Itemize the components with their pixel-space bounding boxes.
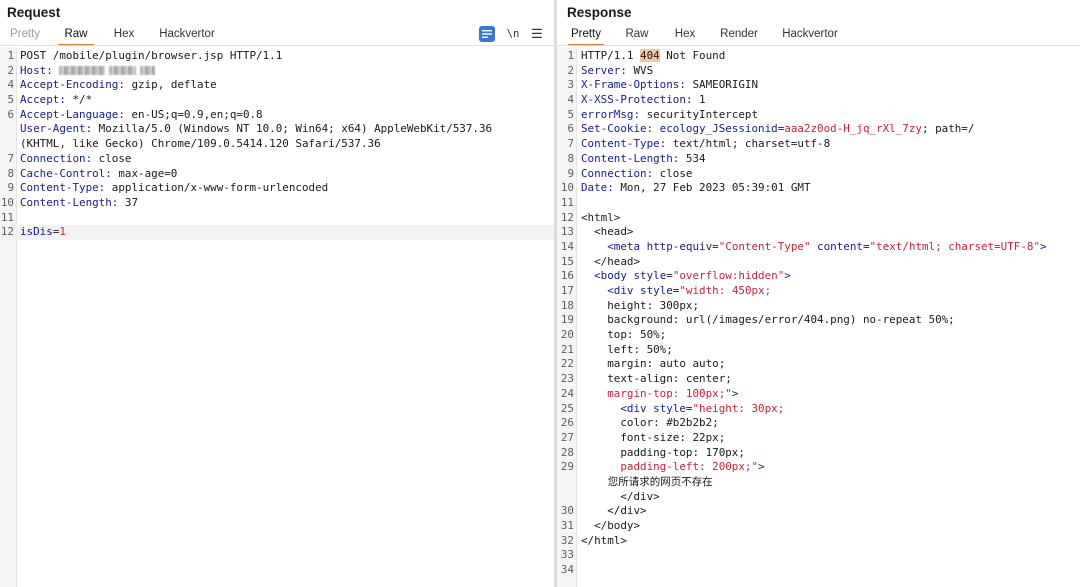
code-line: 2 Host: — [0, 64, 554, 79]
code-line: 31 </body> — [560, 519, 641, 532]
request-editor[interactable]: 1 POST /mobile/plugin/browser.jsp HTTP/1.… — [0, 47, 554, 587]
hamburger-menu-icon[interactable]: ☰ — [529, 26, 545, 42]
wrap-lines-icon[interactable] — [479, 26, 495, 42]
request-panel: Request Pretty Raw Hex Hackvertor \n ☰ 1… — [0, 0, 554, 587]
code-line: </div> — [581, 489, 660, 503]
code-line: 10 Content-Length: 37 — [0, 195, 139, 209]
code-line: 16 <body style="overflow:hidden"> — [560, 269, 791, 283]
code-line: 5 errorMsg: securityIntercept — [567, 107, 759, 121]
code-line: 1 POST /mobile/plugin/browser.jsp HTTP/1.… — [7, 49, 283, 62]
request-tabs: Pretty Raw Hex Hackvertor — [0, 26, 554, 46]
request-tab-pretty[interactable]: Pretty — [8, 26, 42, 46]
code-line: 22 margin: auto auto; — [560, 357, 726, 371]
code-line: 20 top: 50%; — [560, 328, 667, 342]
code-line: 9 Connection: close — [567, 166, 693, 180]
code-line: 25 <div style="height: 30px; — [560, 401, 785, 415]
status-code-highlight: 404 — [640, 49, 660, 62]
code-line: 23 text-align: center; — [560, 372, 732, 386]
redacted-host — [59, 66, 106, 76]
code-line-current: 12 isDis=1 — [0, 225, 554, 240]
request-tab-raw[interactable]: Raw — [58, 26, 94, 46]
code-line: 6 Accept-Language: en-US;q=0.9,en;q=0.8 — [7, 107, 263, 121]
response-editor[interactable]: 1 HTTP/1.1 404 Not Found 2 Server: WVS 3 X-… — [557, 47, 1080, 587]
code-line: 21 left: 50%; — [560, 342, 673, 356]
code-line: 11 — [0, 210, 14, 224]
request-title: Request — [7, 5, 61, 20]
response-tab-raw[interactable]: Raw — [623, 26, 651, 46]
code-line: 3 X-Frame-Options: SAMEORIGIN — [567, 78, 759, 92]
request-tab-divider — [0, 45, 554, 46]
code-line: 34 — [560, 563, 574, 577]
code-line: (KHTML, like Gecko) Chrome/109.0.5414.12… — [20, 137, 381, 151]
code-line: 15 </head> — [560, 254, 641, 268]
code-line: 30 </div> — [560, 504, 647, 518]
request-tab-hex[interactable]: Hex — [110, 26, 138, 46]
code-line: 8 Cache-Control: max-age=0 — [7, 166, 178, 180]
code-line: 19 background: url(/images/error/404.png… — [560, 313, 955, 327]
response-panel: Response Pretty Raw Hex Render Hackverto… — [557, 0, 1080, 587]
response-title: Response — [567, 5, 632, 20]
code-line: 2 Server: WVS — [567, 63, 654, 77]
response-tab-pretty[interactable]: Pretty — [568, 26, 604, 46]
code-line: 14 <meta http-equiv="Content-Type" conte… — [560, 239, 1047, 253]
request-tab-hackvertor[interactable]: Hackvertor — [156, 26, 218, 46]
response-tab-render[interactable]: Render — [717, 26, 761, 46]
show-newlines-button[interactable]: \n — [505, 26, 521, 42]
code-line: 26 color: #b2b2b2; — [560, 416, 719, 430]
code-line: 7 Connection: close — [7, 151, 132, 165]
response-code: 1 HTTP/1.1 404 Not Found 2 Server: WVS 3 X-… — [557, 49, 1080, 578]
code-line: 7 Content-Type: text/html; charset=utf-8 — [567, 137, 831, 151]
code-line: 18 height: 300px; — [560, 298, 700, 312]
code-line: 8 Content-Length: 534 — [567, 151, 706, 165]
code-line: 5 Accept: */* — [7, 93, 93, 107]
code-line: 4 X-XSS-Protection: 1 — [567, 93, 706, 107]
request-code: 1 POST /mobile/plugin/browser.jsp HTTP/1.… — [0, 49, 554, 240]
code-line: 6 Set-Cookie: ecology_JSessionid=aaa2z0od… — [567, 122, 975, 136]
response-tab-hackvertor[interactable]: Hackvertor — [779, 26, 841, 46]
code-line: 28 padding-top: 170px; — [560, 445, 745, 459]
code-line: 17 <div style="width: 450px; — [560, 284, 772, 297]
code-line: 24 margin-top: 100px;"> — [560, 386, 739, 400]
code-line: 13 <head> — [560, 225, 634, 239]
code-line: 10 Date: Mon, 27 Feb 2023 05:39:01 GMT — [560, 181, 811, 195]
response-tabs: Pretty Raw Hex Render Hackvertor — [557, 26, 1080, 46]
response-tab-hex[interactable]: Hex — [671, 26, 699, 46]
code-line: 您所请求的网页不存在 — [581, 475, 713, 488]
code-line: 1 HTTP/1.1 404 Not Found — [567, 49, 726, 62]
code-line: 9 Content-Type: application/x-www-form-ur… — [7, 181, 329, 195]
code-line: 33 — [560, 548, 574, 562]
code-line: 11 — [560, 195, 574, 209]
code-line: 32 </html> — [560, 533, 627, 547]
code-line: User-Agent: Mozilla/5.0 (Windows NT 10.0… — [20, 122, 493, 136]
code-line: 29 padding-left: 200px;"> — [560, 460, 765, 474]
code-line: 4 Accept-Encoding: gzip, deflate — [7, 78, 217, 92]
code-line: 27 font-size: 22px; — [560, 430, 726, 444]
code-line: 12 <html> — [560, 210, 621, 224]
response-tab-divider — [557, 45, 1080, 46]
